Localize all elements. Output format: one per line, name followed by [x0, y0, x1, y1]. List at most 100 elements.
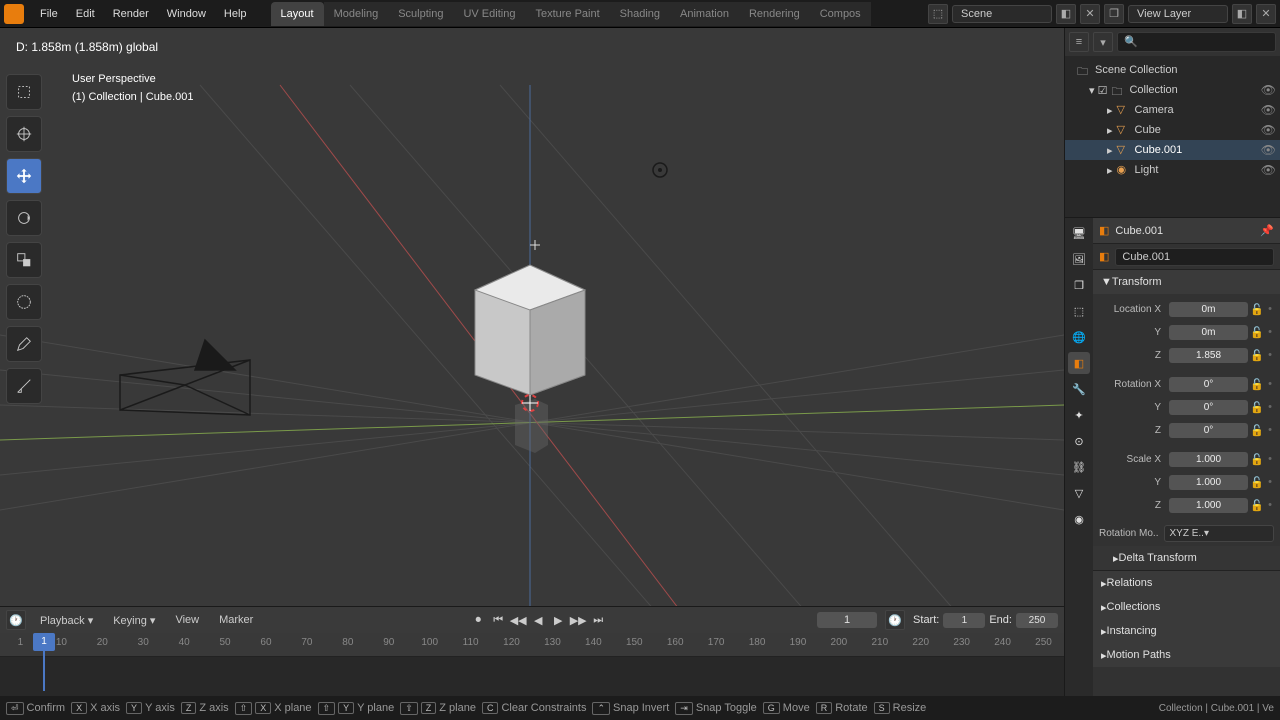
scl-x-input[interactable]: 1.000	[1169, 452, 1248, 467]
outliner-filter-icon[interactable]: ▾	[1093, 32, 1113, 52]
lock-icon[interactable]: 🔓	[1250, 453, 1264, 466]
outliner-search-input[interactable]: 🔍	[1117, 32, 1276, 52]
instancing-header[interactable]: ▸ Instancing	[1093, 619, 1280, 643]
visibility-toggle-icon[interactable]: 👁	[1261, 163, 1276, 177]
annotate-tool[interactable]	[6, 326, 42, 362]
prop-tab-world[interactable]: 🌐	[1068, 326, 1090, 348]
end-frame-input[interactable]: 250	[1016, 613, 1058, 628]
play-button[interactable]: ▶	[549, 611, 567, 629]
keying-menu[interactable]: Keying ▾	[107, 612, 161, 629]
prop-tab-material[interactable]: ◉	[1068, 508, 1090, 530]
lock-icon[interactable]: 🔓	[1250, 303, 1264, 316]
cursor-tool[interactable]	[6, 116, 42, 152]
relations-header[interactable]: ▸ Relations	[1093, 571, 1280, 595]
playback-menu[interactable]: Playback ▾	[34, 612, 99, 629]
loc-y-input[interactable]: 0m	[1169, 325, 1248, 340]
marker-menu[interactable]: Marker	[213, 612, 259, 628]
visibility-toggle-icon[interactable]: 👁	[1261, 123, 1276, 137]
menu-edit[interactable]: Edit	[68, 4, 103, 24]
tree-collection[interactable]: ▾ ☑ 🗀Collection👁	[1065, 80, 1280, 100]
tab-sculpting[interactable]: Sculpting	[388, 2, 453, 26]
preview-range-icon[interactable]: 🕐	[885, 610, 905, 630]
tab-layout[interactable]: Layout	[271, 2, 324, 26]
scl-z-input[interactable]: 1.000	[1169, 498, 1248, 513]
rotate-tool[interactable]	[6, 200, 42, 236]
jump-start-button[interactable]: ⏮	[489, 611, 507, 629]
visibility-toggle-icon[interactable]: 👁	[1261, 143, 1276, 157]
rot-y-input[interactable]: 0°	[1169, 400, 1248, 415]
camera-object[interactable]	[120, 340, 250, 415]
transform-panel-header[interactable]: ▼ Transform	[1093, 270, 1280, 294]
pin-icon[interactable]: 📌	[1260, 224, 1274, 237]
scene-browse-icon[interactable]: ⬚	[928, 4, 948, 24]
playhead[interactable]: 1	[33, 633, 55, 651]
prop-tab-constraints[interactable]: ⛓	[1068, 456, 1090, 478]
keyframe-prev-button[interactable]: ◀◀	[509, 611, 527, 629]
lock-icon[interactable]: 🔓	[1250, 378, 1264, 391]
delta-transform-header[interactable]: ▸ Delta Transform	[1093, 546, 1280, 570]
autokey-toggle[interactable]: ⏺	[469, 611, 487, 629]
object-name-input[interactable]: Cube.001	[1115, 248, 1274, 266]
motion-paths-header[interactable]: ▸ Motion Paths	[1093, 643, 1280, 667]
move-tool[interactable]	[6, 158, 42, 194]
menu-help[interactable]: Help	[216, 4, 255, 24]
prop-tab-scene[interactable]: ⬚	[1068, 300, 1090, 322]
lock-icon[interactable]: 🔓	[1250, 349, 1264, 362]
prop-tab-output[interactable]: 🖼	[1068, 248, 1090, 270]
scene-field[interactable]: Scene	[952, 5, 1052, 23]
lock-icon[interactable]: 🔓	[1250, 424, 1264, 437]
jump-end-button[interactable]: ⏭	[589, 611, 607, 629]
tree-light[interactable]: ▸ ◉Light👁	[1065, 160, 1280, 180]
start-frame-input[interactable]: 1	[943, 613, 985, 628]
collections-header[interactable]: ▸ Collections	[1093, 595, 1280, 619]
tab-rendering[interactable]: Rendering	[739, 2, 810, 26]
lock-icon[interactable]: 🔓	[1250, 499, 1264, 512]
play-reverse-button[interactable]: ◀	[529, 611, 547, 629]
outliner-display-mode-icon[interactable]: ≡	[1069, 32, 1089, 52]
visibility-toggle-icon[interactable]: 👁	[1261, 103, 1276, 117]
scl-y-input[interactable]: 1.000	[1169, 475, 1248, 490]
view-menu[interactable]: View	[169, 612, 205, 628]
rot-z-input[interactable]: 0°	[1169, 423, 1248, 438]
viewlayer-field[interactable]: View Layer	[1128, 5, 1228, 23]
tab-modeling[interactable]: Modeling	[324, 2, 389, 26]
viewlayer-new-icon[interactable]: ◧	[1232, 4, 1252, 24]
lock-icon[interactable]: 🔓	[1250, 326, 1264, 339]
prop-tab-render[interactable]: 🖥	[1068, 222, 1090, 244]
menu-file[interactable]: File	[32, 4, 66, 24]
tab-shading[interactable]: Shading	[610, 2, 670, 26]
cube-object[interactable]	[475, 265, 585, 395]
prop-tab-modifiers[interactable]: 🔧	[1068, 378, 1090, 400]
tree-cube001[interactable]: ▸ ▽Cube.001👁	[1065, 140, 1280, 160]
prop-tab-particles[interactable]: ✦	[1068, 404, 1090, 426]
visibility-toggle-icon[interactable]: 👁	[1261, 83, 1276, 97]
viewlayer-browse-icon[interactable]: ❐	[1104, 4, 1124, 24]
prop-tab-object[interactable]: ◧	[1068, 352, 1090, 374]
viewlayer-delete-icon[interactable]: ✕	[1256, 4, 1276, 24]
transform-tool[interactable]	[6, 284, 42, 320]
timeline-ruler[interactable]: 1 11020304050607080901001101201301401501…	[0, 633, 1064, 657]
rotation-mode-select[interactable]: XYZ E..▾	[1164, 525, 1274, 542]
prop-tab-data[interactable]: ▽	[1068, 482, 1090, 504]
measure-tool[interactable]	[6, 368, 42, 404]
keyframe-next-button[interactable]: ▶▶	[569, 611, 587, 629]
timeline-track[interactable]	[0, 657, 1064, 696]
tree-cube[interactable]: ▸ ▽Cube👁	[1065, 120, 1280, 140]
scene-new-icon[interactable]: ◧	[1056, 4, 1076, 24]
tab-compositing[interactable]: Compos	[810, 2, 871, 26]
lock-icon[interactable]: 🔓	[1250, 476, 1264, 489]
tab-texture-paint[interactable]: Texture Paint	[525, 2, 609, 26]
loc-z-input[interactable]: 1.858	[1169, 348, 1248, 363]
prop-tab-viewlayer[interactable]: ❐	[1068, 274, 1090, 296]
loc-x-input[interactable]: 0m	[1169, 302, 1248, 317]
rot-x-input[interactable]: 0°	[1169, 377, 1248, 392]
timeline-editor-icon[interactable]: 🕐	[6, 610, 26, 630]
menu-render[interactable]: Render	[105, 4, 157, 24]
tab-animation[interactable]: Animation	[670, 2, 739, 26]
tree-camera[interactable]: ▸ ▽Camera👁	[1065, 100, 1280, 120]
current-frame-input[interactable]: 1	[817, 612, 877, 628]
menu-window[interactable]: Window	[159, 4, 214, 24]
scene-delete-icon[interactable]: ✕	[1080, 4, 1100, 24]
scale-tool[interactable]	[6, 242, 42, 278]
tree-scene-collection[interactable]: 🗀Scene Collection	[1065, 60, 1280, 80]
